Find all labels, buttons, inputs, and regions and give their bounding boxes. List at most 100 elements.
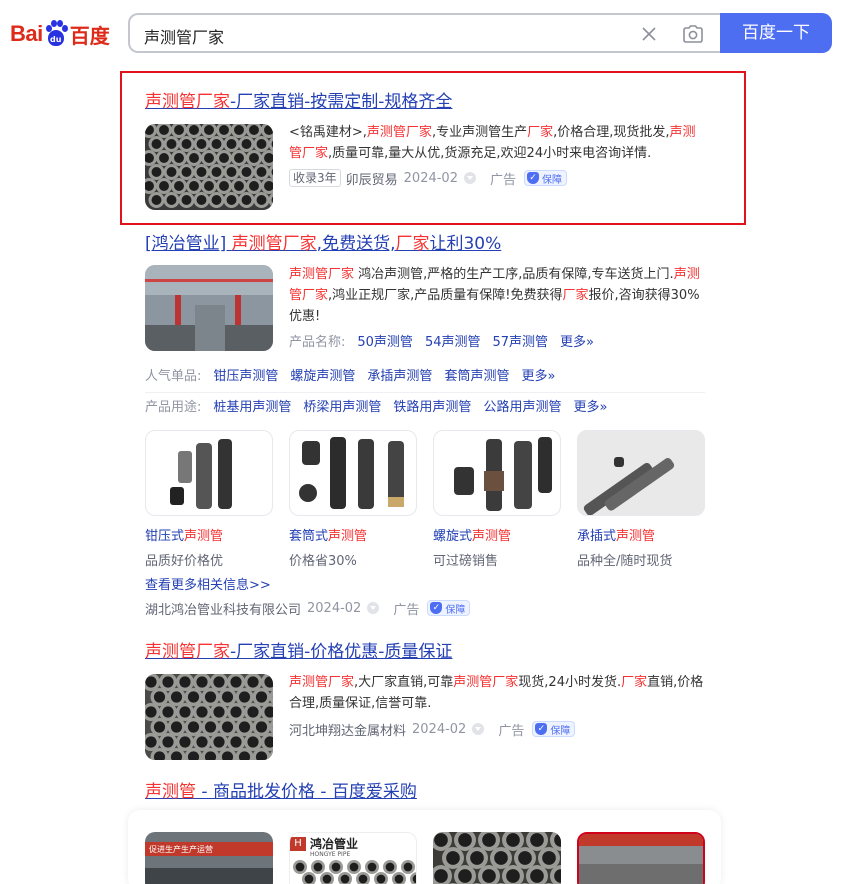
product-card-title[interactable]: 螺旋式声测管	[433, 525, 561, 544]
pipe-graphic	[204, 125, 214, 135]
usage-links: 产品用途: 桩基用声测管 桥梁用声测管 铁路用声测管 公路用声测管 更多»	[145, 396, 607, 415]
pipe-graphic	[221, 691, 234, 703]
pipe-graphic	[482, 869, 496, 883]
pipe-graphic	[518, 851, 532, 865]
pipe-graphic	[434, 869, 448, 883]
pipe-graphic	[151, 195, 162, 205]
product-image[interactable]	[289, 430, 417, 516]
product-card[interactable]: 套筒式声测管 价格省30%	[289, 430, 417, 569]
product-card-title[interactable]: 钳压式声测管	[145, 525, 273, 544]
pipe-graphic	[162, 706, 174, 718]
usage-link[interactable]: 桥梁用声测管	[303, 396, 381, 415]
pipe-graphic	[211, 139, 222, 149]
result-thumbnail[interactable]	[145, 674, 273, 760]
search-button[interactable]: 百度一下	[720, 13, 832, 53]
more-info-link[interactable]: 查看更多相关信息>>	[145, 574, 271, 593]
pipe-graphic	[530, 869, 544, 883]
pipe-graphic	[219, 125, 229, 135]
result-meta: 河北坤翔达金属材料 2024-02 广告 ✓ 保障	[289, 719, 576, 739]
popular-link[interactable]: 钳压声测管	[213, 365, 278, 384]
dropdown-icon[interactable]	[472, 723, 485, 735]
source-name[interactable]: 河北坤翔达金属材料	[289, 720, 406, 739]
result-description: 声测管厂家 鸿冶声测管,严格的生产工序,品质有保障,专车送货上门.声测管厂家,鸿…	[289, 264, 705, 327]
source-name[interactable]: 湖北鸿冶管业科技有限公司	[145, 599, 301, 618]
description-text: ,专业声测管生产	[431, 125, 528, 140]
more-popular-link[interactable]: 更多»	[521, 365, 555, 384]
search-box[interactable]: 声测管厂家	[128, 13, 722, 53]
baidu-logo[interactable]: Bai du 百度	[10, 16, 110, 52]
result-title[interactable]: [鸿冶管业] 声测管厂家,免费送货,厂家让利30%	[145, 232, 705, 256]
popular-link[interactable]: 螺旋声测管	[290, 365, 355, 384]
product-link[interactable]: 57声测管	[492, 331, 548, 350]
pipe-graphic	[458, 869, 472, 883]
popular-link[interactable]: 承插声测管	[367, 365, 432, 384]
pipe-graphic	[166, 195, 177, 205]
more-products-link[interactable]: 更多»	[560, 331, 594, 350]
indexed-badge: 收录3年	[289, 169, 341, 187]
pipe-graphic	[145, 676, 157, 688]
pipe-graphic	[213, 736, 225, 748]
product-card-title[interactable]: 承插式声测管	[577, 525, 705, 544]
ad-label: 广告	[393, 602, 420, 618]
product-card[interactable]: 承插式声测管 品种全/随时现货	[577, 430, 705, 569]
pipe-graphic	[255, 721, 268, 733]
pipe-graphic	[530, 833, 544, 847]
guarantee-badge[interactable]: ✓ 保障	[524, 170, 567, 186]
pipe-graphic	[256, 167, 267, 177]
product-card-title[interactable]: 套筒式声测管	[289, 525, 417, 544]
pipe-graphic	[187, 691, 200, 703]
usage-link[interactable]: 铁路用声测管	[393, 396, 471, 415]
product-card-subtitle: 品质好价格优	[145, 554, 224, 569]
clear-icon[interactable]	[640, 25, 658, 43]
result-title[interactable]: 声测管 - 商品批发价格 - 百度爱采购	[145, 780, 705, 804]
pipe-graphic	[189, 153, 199, 163]
product-card[interactable]: 螺旋式声测管 可过磅销售	[433, 430, 561, 569]
description-text: ,价格合理,现货批发,	[553, 125, 670, 140]
guarantee-badge[interactable]: ✓ 保障	[532, 721, 576, 737]
result-title[interactable]: 声测管厂家-厂家直销-价格优惠-质量保证	[145, 640, 705, 664]
keyword-highlight: 声测管厂家	[366, 125, 432, 140]
pipe-graphic	[542, 851, 556, 865]
dropdown-icon[interactable]	[463, 172, 476, 184]
keyword-highlight: 声测管厂家	[453, 675, 519, 690]
product-image[interactable]	[433, 430, 561, 516]
title-highlight: 声测管	[145, 782, 196, 802]
product-image[interactable]	[577, 430, 705, 516]
pipe-graphic	[145, 736, 157, 748]
more-usage-link[interactable]: 更多»	[573, 396, 607, 415]
result-thumbnail[interactable]	[145, 265, 273, 351]
title-highlight: 声测管厂家	[231, 234, 317, 254]
shop-image[interactable]: 促进生产生产运营	[145, 832, 273, 884]
description-text: ,大厂家直销,可靠	[354, 675, 454, 690]
pipe-graphic	[506, 869, 520, 883]
product-link[interactable]: 54声测管	[425, 331, 481, 350]
title-highlight: 厂家	[395, 234, 430, 254]
popular-link[interactable]: 套筒声测管	[444, 365, 509, 384]
pipe-graphic	[376, 874, 386, 884]
paw-icon: du	[44, 20, 68, 48]
shop-image[interactable]: H 鸿冶管业 HONGYE PIPE	[289, 832, 417, 884]
source-name[interactable]: 卯辰贸易	[346, 169, 398, 188]
result-thumbnail[interactable]	[145, 124, 273, 210]
dropdown-icon[interactable]	[367, 602, 380, 614]
pipe-graphic	[181, 167, 192, 177]
product-link[interactable]: 50声测管	[357, 331, 413, 350]
camera-icon[interactable]	[682, 24, 704, 44]
shop-image[interactable]	[433, 832, 561, 884]
description-text: <铭禹建材>,	[289, 125, 367, 140]
shop-image[interactable]	[577, 832, 705, 884]
check-shield-icon: ✓	[430, 602, 443, 614]
product-image[interactable]	[145, 430, 273, 516]
pipe-graphic	[159, 181, 169, 191]
guarantee-badge[interactable]: ✓ 保障	[427, 600, 471, 616]
result-title[interactable]: 声测管厂家-厂家直销-按需定制-规格齐全	[145, 90, 705, 114]
result-meta: 湖北鸿冶管业科技有限公司 2024-02 广告 ✓ 保障	[145, 598, 471, 618]
pipe-graphic	[196, 676, 208, 688]
date: 2024-02	[412, 721, 467, 737]
usage-link[interactable]: 公路用声测管	[483, 396, 561, 415]
pipe-graphic	[434, 833, 448, 847]
search-input[interactable]: 声测管厂家	[144, 24, 224, 48]
product-card[interactable]: 钳压式声测管 品质好价格优	[145, 430, 273, 569]
pipe-graphic	[204, 181, 214, 191]
usage-link[interactable]: 桩基用声测管	[213, 396, 291, 415]
